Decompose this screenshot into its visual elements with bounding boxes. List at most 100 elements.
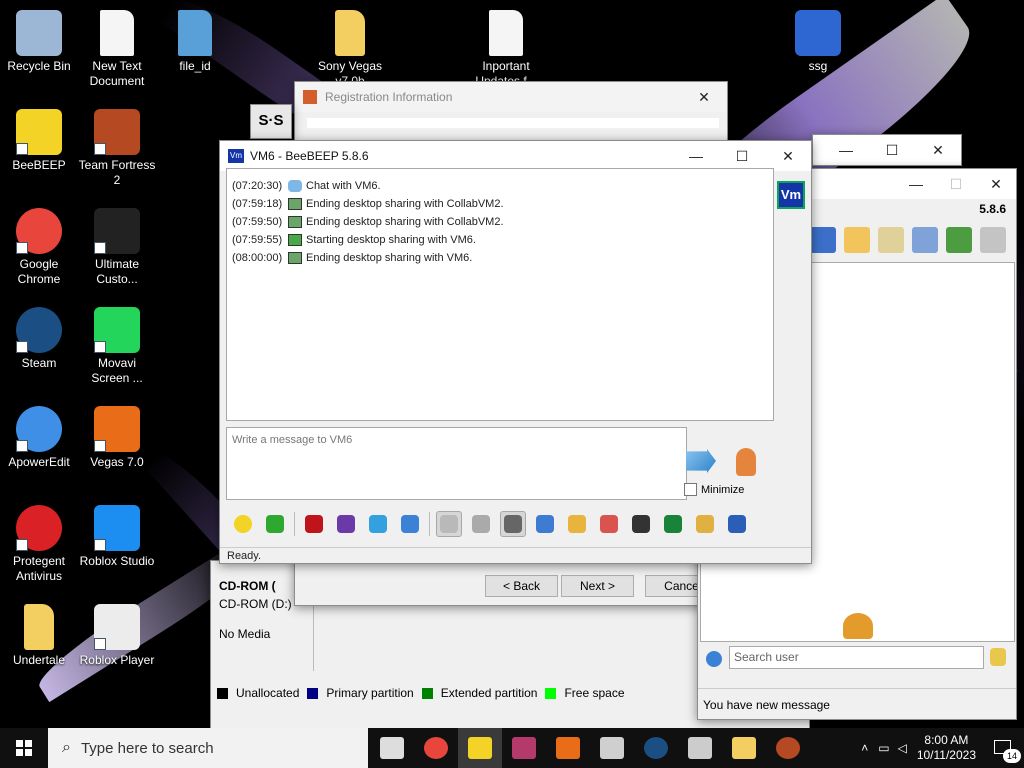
network-icon[interactable] xyxy=(810,227,836,253)
desktop-icon[interactable]: Vegas 7.0 xyxy=(78,406,156,470)
gear-icon[interactable] xyxy=(706,651,722,667)
start-button[interactable] xyxy=(0,728,48,768)
taskbar-app[interactable] xyxy=(370,728,414,768)
save-icon[interactable] xyxy=(724,511,750,537)
taskbar-app[interactable] xyxy=(546,728,590,768)
maximize-button[interactable]: ☐ xyxy=(719,141,765,171)
minimize-checkbox[interactable] xyxy=(684,483,697,496)
chevron-up-icon[interactable]: ˄ xyxy=(861,741,868,755)
chat-log-text: Starting desktop sharing with VM6. xyxy=(306,234,476,246)
save-chat-icon[interactable] xyxy=(532,511,558,537)
clear-search-icon[interactable] xyxy=(990,648,1006,666)
notes-icon[interactable] xyxy=(692,511,718,537)
taskbar-app[interactable] xyxy=(634,728,678,768)
chat-log-text: Ending desktop sharing with VM6. xyxy=(306,252,473,264)
steam-icon xyxy=(16,307,62,353)
chat-window-title: VM6 - BeeBEEP 5.8.6 xyxy=(250,149,369,163)
desktop-icon[interactable]: Roblox Player xyxy=(78,604,156,668)
emoji-icon[interactable] xyxy=(230,511,256,537)
microphone-icon[interactable] xyxy=(736,448,756,476)
desktop-icon[interactable]: Sony Vegas v7.0b xyxy=(311,10,389,89)
desktop-icon[interactable]: Roblox Studio xyxy=(78,505,156,569)
desktop-share-icon[interactable] xyxy=(660,511,686,537)
desktop-icon[interactable]: BeeBEEP xyxy=(0,109,78,173)
desktop-icon[interactable]: ssg xyxy=(779,10,857,74)
next-button[interactable]: Next > xyxy=(561,575,634,597)
desktop-icon[interactable]: Movavi Screen ... xyxy=(78,307,156,386)
volume-icon[interactable]: ◁ xyxy=(898,741,907,755)
beebeep-chat-window: Vm VM6 - BeeBEEP 5.8.6 — ☐ ✕ (07:20:30) C… xyxy=(219,140,812,564)
vegas-icon xyxy=(556,737,580,759)
user-avatar[interactable]: Vm xyxy=(777,181,805,209)
maximize-button[interactable]: ☐ xyxy=(869,135,915,165)
desktop-icon[interactable]: Inportant Updates f... xyxy=(467,10,545,89)
desktop-icon[interactable]: Team Fortress 2 xyxy=(78,109,156,188)
filter-icon[interactable] xyxy=(365,511,391,537)
message-icon[interactable] xyxy=(844,227,870,253)
color-pen-icon[interactable] xyxy=(333,511,359,537)
desktop-icon[interactable]: Google Chrome xyxy=(0,208,78,287)
green-arrow-icon[interactable] xyxy=(262,511,288,537)
update-icon[interactable] xyxy=(946,227,972,253)
close-button[interactable]: ✕ xyxy=(681,82,727,112)
maximize-button[interactable]: ☐ xyxy=(936,169,976,199)
minimize-button[interactable]: — xyxy=(896,169,936,199)
message-input[interactable]: Write a message to VM6 xyxy=(226,427,687,500)
taskbar-app[interactable] xyxy=(590,728,634,768)
desktop-icon-label: Movavi Screen ... xyxy=(91,356,143,385)
code-icon[interactable] xyxy=(596,511,622,537)
edit-icon[interactable] xyxy=(878,227,904,253)
desktop-icon[interactable]: Recycle Bin xyxy=(0,10,78,74)
chat-log-text: Chat with VM6. xyxy=(306,180,381,192)
close-button[interactable]: ✕ xyxy=(915,135,961,165)
screenshot-icon[interactable] xyxy=(628,511,654,537)
chat-log-line: (08:00:00) Ending desktop sharing with VM… xyxy=(232,249,768,267)
desktop-icon-label: Team Fortress 2 xyxy=(78,158,156,187)
close-button[interactable]: ✕ xyxy=(765,141,811,171)
desktop-icon[interactable]: New Text Document xyxy=(78,10,156,89)
desktop-icon-label: Google Chrome xyxy=(17,257,61,286)
settings-icon[interactable] xyxy=(397,511,423,537)
back-button[interactable]: < Back xyxy=(485,575,558,597)
folder-icon xyxy=(24,604,54,650)
desktop-icon[interactable]: ApowerEdit xyxy=(0,406,78,470)
folder-share-icon[interactable] xyxy=(564,511,590,537)
network-tray-icon[interactable]: ▭ xyxy=(878,741,889,755)
legend-primary: Primary partition xyxy=(326,686,414,700)
close-button[interactable]: ✕ xyxy=(976,169,1016,199)
ssg-window-fragment: S·S xyxy=(250,104,292,139)
send-icon[interactable] xyxy=(686,449,716,473)
desktop-icon[interactable]: Undertale xyxy=(0,604,78,668)
notifications-button[interactable]: 14 xyxy=(990,728,1024,768)
desktop-icon-label: BeeBEEP xyxy=(12,158,66,172)
chrome-icon xyxy=(424,737,448,759)
taskbar-app[interactable] xyxy=(458,728,502,768)
desktop-icon[interactable]: Ultimate Custo... xyxy=(78,208,156,287)
desktop-icon[interactable]: file_id xyxy=(156,10,234,74)
trash-icon[interactable] xyxy=(980,227,1006,253)
text-document-icon xyxy=(100,10,134,56)
spellcheck-icon[interactable] xyxy=(436,511,462,537)
music-icon[interactable] xyxy=(500,511,526,537)
taskbar-app[interactable] xyxy=(414,728,458,768)
taskbar-app[interactable] xyxy=(502,728,546,768)
search-user-input[interactable]: Search user xyxy=(729,646,984,669)
taskbar-app[interactable] xyxy=(678,728,722,768)
status-bar: You have new message xyxy=(698,688,1016,719)
chat-log-line: (07:59:18) Ending desktop sharing with Co… xyxy=(232,195,768,213)
clock[interactable]: 8:00 AM 10/11/2023 xyxy=(917,733,976,763)
search-box[interactable]: ⌕ Type here to search xyxy=(48,728,368,768)
taskbar-app[interactable] xyxy=(722,728,766,768)
vm-icon: Vm xyxy=(228,149,244,163)
desktop-icon[interactable]: Steam xyxy=(0,307,78,371)
font-icon[interactable] xyxy=(301,511,327,537)
drive-name: CD-ROM ( xyxy=(219,579,276,593)
desktop-icon[interactable]: Protegent Antivirus xyxy=(0,505,78,584)
desktop-icon-label: Protegent Antivirus xyxy=(12,554,66,583)
minimize-button[interactable]: — xyxy=(673,141,719,171)
taskbar-app[interactable] xyxy=(766,728,810,768)
apoweredit-icon xyxy=(16,406,62,452)
text-size-icon[interactable] xyxy=(468,511,494,537)
minimize-button[interactable]: — xyxy=(823,135,869,165)
tools-icon[interactable] xyxy=(912,227,938,253)
